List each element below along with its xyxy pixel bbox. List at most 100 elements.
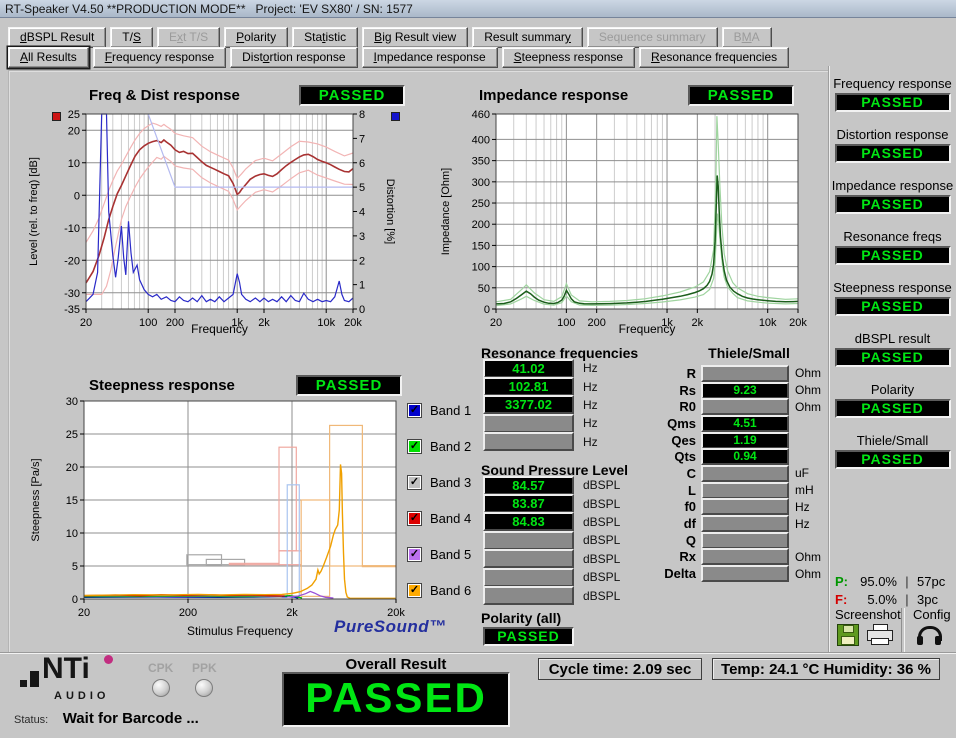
spl-rows: 84.57dBSPL83.87dBSPL84.83dBSPLdBSPLdBSPL… bbox=[483, 476, 620, 605]
ts-param-label: Qts bbox=[609, 449, 701, 464]
legend-item-band-3: ✓Band 3 bbox=[407, 475, 471, 490]
logo-subtext: AUDIO bbox=[54, 690, 109, 702]
tab-all-results[interactable]: All Results bbox=[8, 47, 89, 68]
ts-param-unit: Ohm bbox=[795, 400, 821, 414]
band-6-checkbox[interactable]: ✓ bbox=[407, 583, 422, 598]
result-item-resonance-freqs: Resonance freqs PASSED bbox=[829, 229, 956, 265]
result-item-label: Resonance freqs bbox=[829, 229, 956, 244]
band-2-checkbox[interactable]: ✓ bbox=[407, 439, 422, 454]
tab-statistic[interactable]: Statistic bbox=[292, 27, 358, 48]
legend-item-band-4: ✓Band 4 bbox=[407, 511, 471, 526]
save-screenshot-icon[interactable] bbox=[837, 624, 859, 646]
result-item-label: Polarity bbox=[829, 382, 956, 397]
tab-impedance-response[interactable]: Impedance response bbox=[362, 47, 498, 68]
ts-row-l: LmH bbox=[609, 482, 821, 499]
result-item-status-badge: PASSED bbox=[835, 246, 951, 265]
result-item-status-badge: PASSED bbox=[835, 195, 951, 214]
svg-text:400: 400 bbox=[472, 134, 490, 146]
tab-steepness-response[interactable]: Steepness response bbox=[502, 47, 635, 68]
ts-param-label: L bbox=[609, 483, 701, 498]
window-titlebar: RT-Speaker V4.50 **PRODUCTION MODE** Pro… bbox=[0, 0, 956, 18]
tab-resonance-frequencies[interactable]: Resonance frequencies bbox=[639, 47, 789, 68]
svg-text:20: 20 bbox=[80, 317, 92, 329]
svg-text:100: 100 bbox=[472, 262, 490, 274]
steepness-chart: 202002k20k302520151050Steepness [Pa/s]St… bbox=[27, 393, 407, 643]
result-item-label: Frequency response bbox=[829, 76, 956, 91]
ts-row-f0: f0Hz bbox=[609, 499, 821, 516]
tab-t-s[interactable]: T/S bbox=[110, 27, 153, 48]
limit-rect bbox=[362, 566, 396, 567]
logo-text: NTi bbox=[42, 652, 90, 686]
band-legend: ✓Band 1✓Band 2✓Band 3✓Band 4✓Band 5✓Band… bbox=[407, 403, 471, 619]
tab-row-2: All ResultsFrequency responseDistortion … bbox=[8, 47, 789, 68]
resonance-rows: 41.02Hz102.81Hz3377.02HzHzHz bbox=[483, 359, 598, 451]
result-item-label: Impedance response bbox=[829, 178, 956, 193]
resonance-unit: Hz bbox=[583, 435, 598, 449]
tab-dbspl-result[interactable]: dBSPL Result bbox=[8, 27, 106, 48]
result-summary-list: Frequency responsePASSEDDistortion respo… bbox=[829, 76, 956, 469]
freq-dist-chart-title: Freq & Dist response bbox=[89, 87, 240, 104]
puresound-logo: PureSound™ bbox=[334, 617, 447, 637]
svg-text:20k: 20k bbox=[344, 317, 362, 329]
ts-param-value bbox=[701, 515, 789, 532]
tab-frequency-response[interactable]: Frequency response bbox=[93, 47, 226, 68]
svg-text:Steepness [Pa/s]: Steepness [Pa/s] bbox=[30, 458, 42, 541]
svg-text:0: 0 bbox=[359, 304, 365, 316]
svg-text:200: 200 bbox=[179, 607, 197, 619]
svg-text:300: 300 bbox=[472, 177, 490, 189]
tab-result-summary[interactable]: Result summary bbox=[472, 27, 583, 48]
svg-text:15: 15 bbox=[66, 495, 78, 507]
ts-param-label: Rx bbox=[609, 549, 701, 564]
ts-row-r: ROhm bbox=[609, 365, 821, 382]
pass-stats-row: P: 95.0% | 57pc bbox=[835, 574, 945, 589]
legend-label: Band 5 bbox=[430, 547, 471, 562]
ts-param-value bbox=[701, 482, 789, 499]
spl-value bbox=[483, 586, 574, 605]
svg-text:460: 460 bbox=[472, 109, 490, 121]
impedance-chart: 201002001k2k10k20k4604003503002502001501… bbox=[437, 109, 817, 341]
overall-result-badge: PASSED bbox=[282, 672, 510, 727]
ts-param-unit: uF bbox=[795, 466, 809, 480]
window-title: RT-Speaker V4.50 **PRODUCTION MODE** Pro… bbox=[5, 2, 413, 16]
impedance-chart-title: Impedance response bbox=[479, 87, 628, 104]
resonance-row: Hz bbox=[483, 414, 598, 432]
ts-param-unit: Ohm bbox=[795, 383, 821, 397]
band-1-checkbox[interactable]: ✓ bbox=[407, 403, 422, 418]
ts-param-value bbox=[701, 465, 789, 482]
ts-param-value bbox=[701, 498, 789, 515]
tools-divider bbox=[901, 608, 905, 654]
svg-text:2k: 2k bbox=[692, 317, 704, 329]
tab-big-result-view[interactable]: Big Result view bbox=[362, 27, 468, 48]
config-headphones-icon[interactable] bbox=[917, 624, 941, 646]
result-item-status-badge: PASSED bbox=[835, 399, 951, 418]
print-screenshot-icon[interactable] bbox=[867, 624, 893, 644]
band-5-checkbox[interactable]: ✓ bbox=[407, 547, 422, 562]
spl-value: 83.87 bbox=[483, 494, 574, 513]
resonance-unit: Hz bbox=[583, 380, 598, 394]
legend-label: Band 6 bbox=[430, 583, 471, 598]
result-item-status-badge: PASSED bbox=[835, 297, 951, 316]
ts-row-qts: Qts0.94 bbox=[609, 448, 821, 465]
spl-row: dBSPL bbox=[483, 568, 620, 586]
result-item-label: dBSPL result bbox=[829, 331, 956, 346]
svg-text:6: 6 bbox=[359, 158, 365, 170]
ts-row-df: dfHz bbox=[609, 515, 821, 532]
band-4-checkbox[interactable]: ✓ bbox=[407, 511, 422, 526]
svg-text:25: 25 bbox=[66, 429, 78, 441]
config-label: Config bbox=[913, 607, 951, 622]
ts-row-qms: Qms4.51 bbox=[609, 415, 821, 432]
cycle-time-box: Cycle time: 2.09 sec bbox=[538, 658, 702, 680]
band-3-checkbox[interactable]: ✓ bbox=[407, 475, 422, 490]
pass-label: P: bbox=[835, 574, 853, 589]
svg-text:4: 4 bbox=[359, 207, 365, 219]
svg-text:2: 2 bbox=[359, 255, 365, 267]
tab-ext-t-s: Ext T/S bbox=[157, 27, 220, 48]
spl-value bbox=[483, 568, 574, 587]
logo-bar-small bbox=[20, 680, 27, 687]
svg-text:100: 100 bbox=[139, 317, 157, 329]
result-item-status-badge: PASSED bbox=[835, 93, 951, 112]
tab-polarity[interactable]: Polarity bbox=[224, 27, 288, 48]
svg-text:Impedance [Ohm]: Impedance [Ohm] bbox=[440, 168, 452, 255]
tab-distortion-response[interactable]: Distortion response bbox=[230, 47, 357, 68]
results-sidebar: Frequency responsePASSEDDistortion respo… bbox=[828, 66, 956, 652]
